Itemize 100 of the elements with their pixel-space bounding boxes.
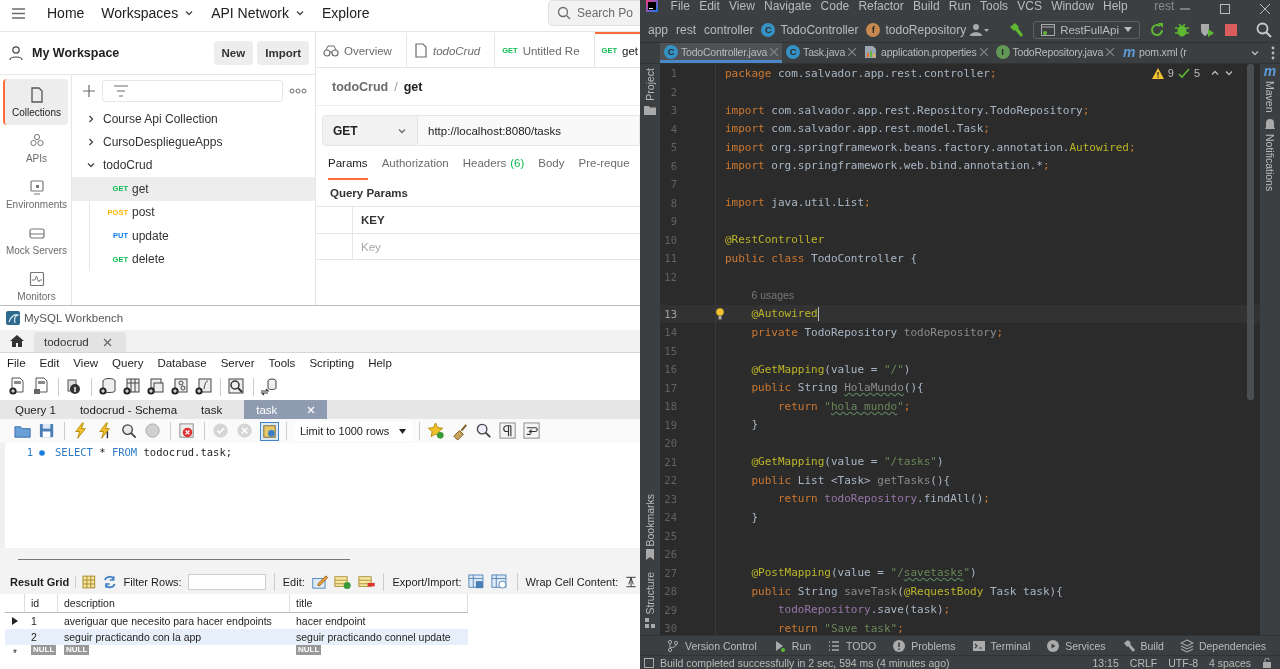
database-icon[interactable] — [98, 376, 118, 397]
warning-count[interactable]: 9 — [1167, 67, 1174, 79]
star-icon[interactable] — [427, 421, 446, 441]
status-item[interactable]: 13:15 — [1092, 656, 1119, 669]
close-icon[interactable] — [1260, 3, 1270, 14]
menu-item[interactable]: Scripting — [302, 357, 362, 369]
toolbar-button[interactable]: New — [213, 41, 254, 65]
editor-tab[interactable]: m pom.xml (r — [1118, 43, 1191, 63]
scrollbar-thumb[interactable] — [1247, 64, 1254, 400]
editor-tab[interactable]: application.properties — [860, 43, 992, 63]
status-item[interactable]: UTF-8 — [1168, 656, 1198, 669]
breadcrumb-link[interactable]: todoCrud — [332, 79, 389, 94]
menu-item[interactable]: Build — [908, 0, 945, 12]
tab[interactable]: Body — [538, 155, 565, 180]
nav-link[interactable]: Workspaces — [93, 0, 203, 26]
more-icon[interactable] — [1270, 46, 1275, 60]
debug-icon[interactable] — [1174, 21, 1190, 38]
hammer-icon[interactable] — [1008, 21, 1025, 38]
edit-icon[interactable] — [310, 573, 329, 591]
tab[interactable]: Pre-reque — [578, 155, 630, 180]
tool-window-tab[interactable]: Terminal — [971, 638, 1031, 653]
menu-item[interactable]: Help — [1098, 0, 1133, 12]
menu-item[interactable]: Window — [1046, 0, 1099, 12]
editor-tab[interactable]: C Task.java — [782, 43, 861, 63]
menu-item[interactable]: Code — [815, 0, 854, 12]
add-row-icon[interactable] — [334, 573, 352, 591]
tool-window-tab[interactable]: Structure — [644, 572, 656, 615]
grid-icon[interactable] — [82, 575, 96, 589]
tool-window-tab[interactable]: Services — [1046, 638, 1106, 653]
view-icon[interactable] — [146, 376, 166, 397]
run-config-select[interactable]: RestFullApi — [1033, 20, 1140, 39]
tool-window-tab[interactable]: Problems — [892, 638, 956, 653]
menu-icon[interactable] — [12, 8, 25, 19]
home-icon[interactable] — [9, 334, 25, 348]
nav-link[interactable]: Home — [39, 0, 93, 26]
filter-field[interactable] — [187, 574, 266, 590]
table-icon[interactable] — [122, 376, 142, 397]
tool-window-tab[interactable]: TODO — [827, 638, 877, 653]
url-field[interactable]: http://localhost:8080/tasks — [418, 115, 640, 146]
tab[interactable]: todoCrud — [406, 32, 496, 67]
user-icon[interactable] — [970, 22, 991, 37]
tool-window-tab[interactable]: Project — [644, 68, 656, 101]
lock-icon[interactable] — [1262, 657, 1272, 668]
editor-tab[interactable]: C TodoController.java — [660, 43, 783, 63]
breadcrumb-item[interactable]: app — [648, 22, 669, 37]
broom-icon[interactable] — [451, 421, 470, 441]
tool-window-tab[interactable]: Bookmarks — [644, 493, 656, 547]
tree-item[interactable]: CursoDespliegueApps — [72, 130, 315, 154]
error-toggle-icon[interactable] — [178, 421, 197, 441]
breadcrumb-item[interactable]: controller — [704, 22, 754, 37]
menu-item[interactable]: Database — [150, 357, 214, 369]
search-field[interactable]: Search Po — [548, 0, 640, 26]
refresh-icon[interactable] — [101, 575, 118, 589]
menu-item[interactable]: Tools — [261, 357, 303, 369]
tool-window-tab[interactable]: Run — [772, 638, 812, 653]
sidebar-item[interactable]: Collections — [3, 79, 68, 125]
toolbar-button[interactable]: Import — [257, 41, 309, 65]
add-icon[interactable] — [82, 84, 96, 98]
menu-item[interactable]: Navigate — [759, 0, 816, 12]
status-item[interactable]: 4 spaces — [1208, 656, 1251, 669]
search-icon[interactable] — [475, 421, 494, 441]
menu-item[interactable]: Query — [105, 357, 151, 369]
menu-item[interactable]: Run — [944, 0, 976, 12]
close-icon[interactable] — [1106, 47, 1115, 56]
editor-tab[interactable]: I TodoRepository.java — [991, 43, 1119, 63]
menu-item[interactable]: Server — [213, 357, 262, 369]
function-icon[interactable] — [194, 376, 214, 397]
tab[interactable]: Params — [328, 155, 368, 180]
tree-item[interactable]: Course Api Collection — [72, 107, 315, 131]
breadcrumb-item[interactable]: f todoRepository — [866, 22, 967, 37]
sidebar-item[interactable]: Mock Servers — [3, 217, 68, 263]
wrap-icon[interactable] — [523, 421, 542, 441]
menu-item[interactable]: Edit — [694, 0, 725, 12]
tree-item[interactable]: todoCrud — [72, 153, 315, 178]
menu-item[interactable]: Tools — [975, 0, 1013, 12]
nav-link[interactable]: Explore — [313, 0, 378, 26]
limit-select[interactable]: Limit to 1000 rows — [294, 421, 412, 441]
tool-window-tab[interactable]: Maven — [1264, 81, 1276, 113]
menu-item[interactable]: View — [66, 357, 106, 369]
close-icon[interactable] — [848, 47, 857, 56]
menu-item[interactable]: VCS — [1012, 0, 1047, 12]
explain-icon[interactable] — [120, 421, 139, 441]
inspector-icon[interactable] — [227, 376, 247, 397]
export-icon[interactable] — [467, 573, 486, 591]
autocommit-icon[interactable] — [260, 421, 279, 441]
routine-icon[interactable] — [170, 376, 190, 397]
more-icon[interactable] — [289, 87, 307, 95]
chevron-up-icon[interactable] — [1210, 68, 1220, 78]
connection-tab[interactable]: todocrud — [34, 332, 126, 352]
query-tab[interactable]: task — [189, 400, 235, 419]
query-tab[interactable]: todocrud - Schema — [67, 400, 190, 419]
sidebar-item[interactable]: APIs — [3, 125, 68, 171]
import-icon[interactable] — [491, 573, 509, 591]
lightbulb-icon[interactable] — [716, 307, 724, 320]
filter-field[interactable] — [102, 80, 283, 102]
tool-window-tab[interactable]: Build — [1121, 638, 1164, 653]
coverage-icon[interactable] — [1199, 21, 1215, 38]
nav-link[interactable]: API Network — [203, 0, 313, 26]
sidebar-item[interactable]: Environments — [3, 171, 68, 217]
breadcrumb-item[interactable]: C TodoController — [761, 22, 859, 37]
